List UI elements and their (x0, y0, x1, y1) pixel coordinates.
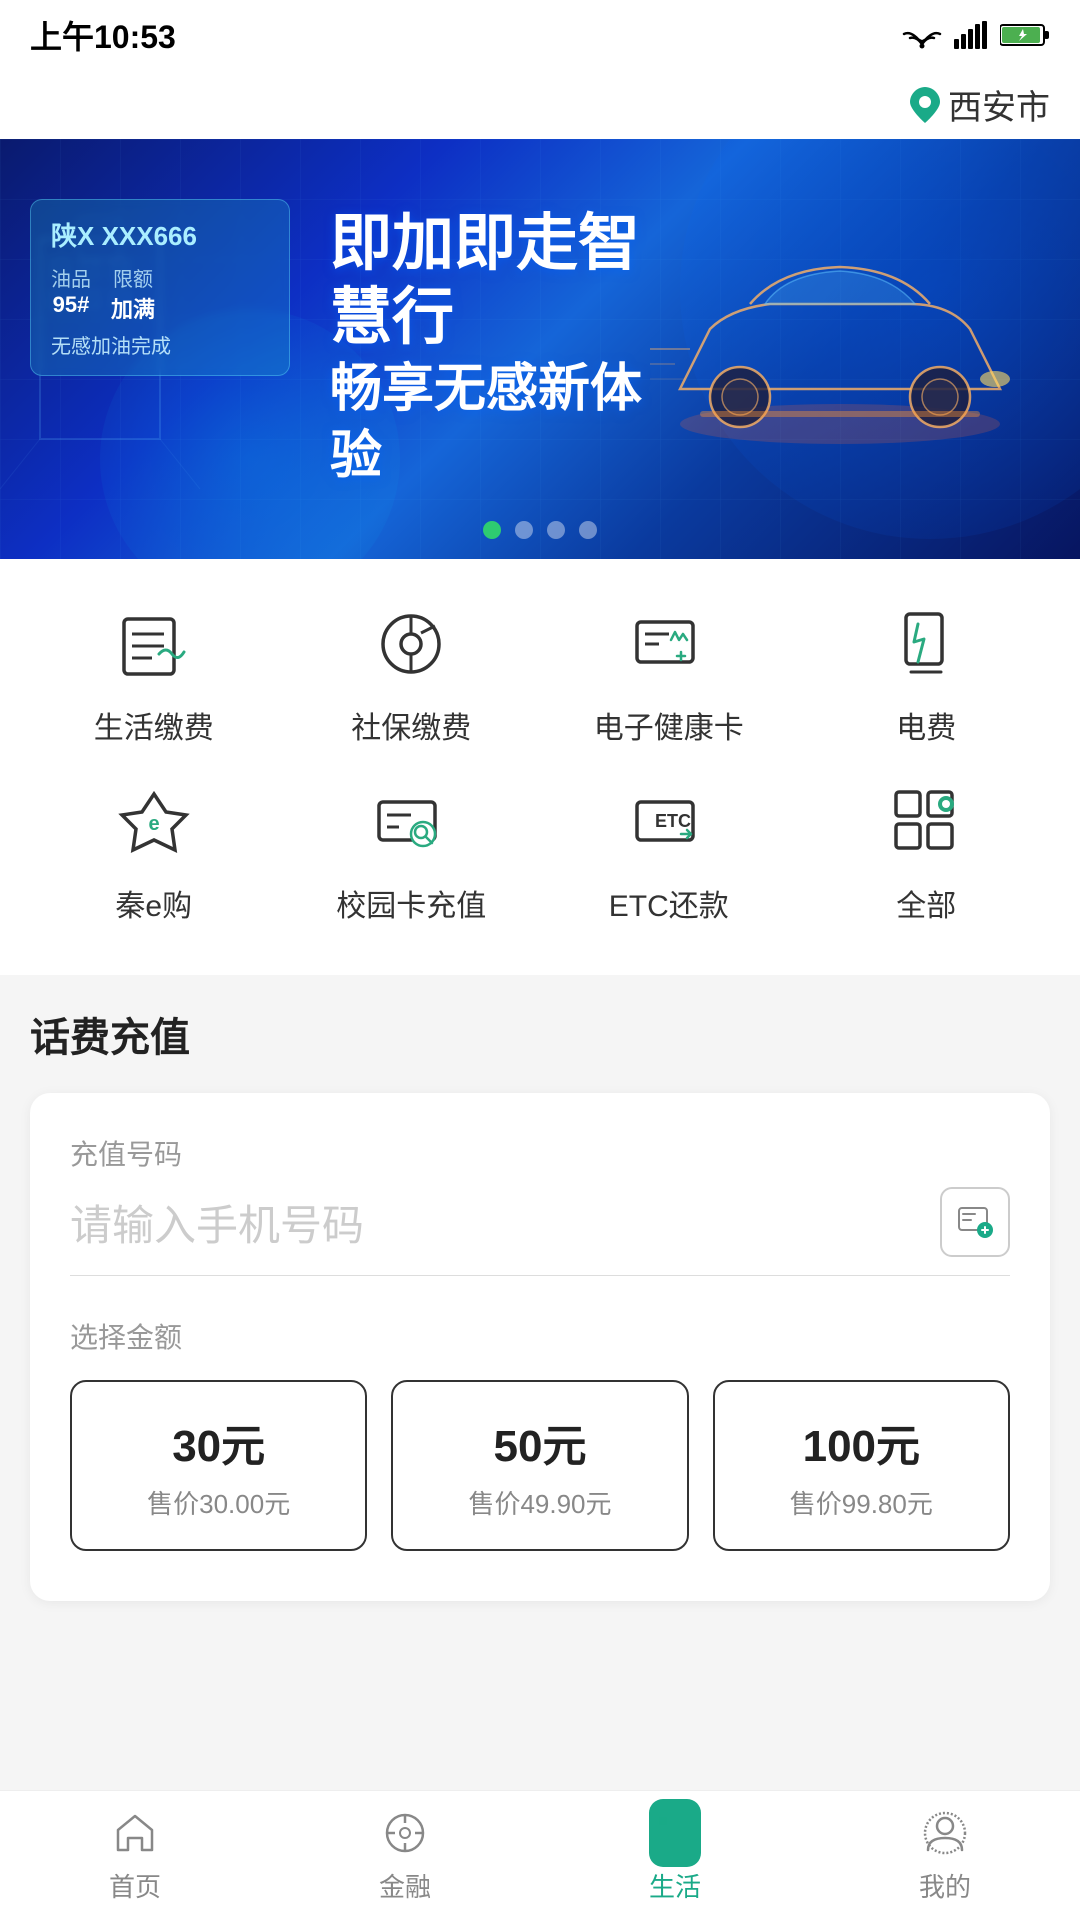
banner: 陕X XXX666 油品 95# 限额 加满 无感加油完成 即加即走智慧行 畅享… (0, 139, 1080, 559)
banner-text-block: 即加即走智慧行 畅享无感新体验 (330, 207, 650, 491)
service-all[interactable]: 全部 (803, 777, 1051, 925)
banner-content: 即加即走智慧行 畅享无感新体验 (0, 139, 1080, 559)
nav-label-life: 生活 (649, 1867, 701, 1904)
service-icon-campus (366, 777, 456, 867)
dot-1 (483, 521, 501, 539)
amount-price-100: 售价99.80元 (790, 1484, 933, 1521)
service-label-shebao: 社保缴费 (351, 703, 471, 747)
service-icon-all (881, 777, 971, 867)
contact-icon-button[interactable] (940, 1187, 1010, 1257)
service-qin-e[interactable]: e 秦e购 (30, 777, 278, 925)
service-label-all: 全部 (896, 881, 956, 925)
service-icon-shebao (366, 599, 456, 689)
service-label-shenghuo: 生活缴费 (94, 703, 214, 747)
nav-icon-mine (919, 1807, 971, 1859)
amount-price-50: 售价49.90元 (468, 1484, 611, 1521)
amount-option-30[interactable]: 30元 售价30.00元 (70, 1380, 367, 1551)
amount-options: 30元 售价30.00元 50元 售价49.90元 100元 售价99.80元 (70, 1380, 1010, 1551)
service-icon-electric (881, 599, 971, 689)
banner-car-area (650, 249, 1030, 449)
recharge-card: 充值号码 请输入手机号码 选择金额 30元 售价30.00元 (30, 1093, 1050, 1601)
bottom-nav: 首页 金融 生活 (0, 1790, 1080, 1920)
banner-title: 即加即走智慧行 (330, 207, 650, 356)
service-icon-qin-e: e (109, 777, 199, 867)
service-electric[interactable]: 电费 (803, 599, 1051, 747)
amount-price-30: 售价30.00元 (147, 1484, 290, 1521)
service-label-campus: 校园卡充值 (336, 881, 486, 925)
car-svg (650, 249, 1030, 449)
service-label-etc: ETC还款 (609, 881, 729, 925)
status-icons (902, 20, 1050, 50)
amount-value-50: 50元 (494, 1410, 587, 1474)
dot-4 (579, 521, 597, 539)
banner-subtitle: 畅享无感新体验 (330, 356, 650, 491)
nav-item-finance[interactable]: 金融 (270, 1807, 540, 1904)
svg-text:e: e (148, 813, 159, 835)
service-label-qine: 秦e购 (115, 881, 192, 925)
service-shebao[interactable]: 社保缴费 (288, 599, 536, 747)
location-icon (910, 87, 940, 123)
amount-option-100[interactable]: 100元 售价99.80元 (713, 1380, 1010, 1551)
nav-icon-home (109, 1807, 161, 1859)
service-label-electric: 电费 (896, 703, 956, 747)
service-label-health: 电子健康卡 (594, 703, 744, 747)
city-name: 西安市 (948, 80, 1050, 129)
services-section: 生活缴费 社保缴费 (0, 559, 1080, 975)
service-campus[interactable]: 校园卡充值 (288, 777, 536, 925)
service-health[interactable]: 电子健康卡 (545, 599, 793, 747)
dot-3 (547, 521, 565, 539)
service-icon-bill (109, 599, 199, 689)
service-icon-etc: ETC (624, 777, 714, 867)
banner-dots (483, 521, 597, 539)
wifi-icon (902, 20, 942, 50)
service-icon-health (624, 599, 714, 689)
services-grid: 生活缴费 社保缴费 (30, 599, 1050, 925)
phone-placeholder[interactable]: 请输入手机号码 (70, 1192, 364, 1253)
svg-text:ETC: ETC (655, 811, 691, 831)
nav-icon-life (649, 1807, 701, 1859)
nav-item-mine[interactable]: 我的 (810, 1807, 1080, 1904)
amount-option-50[interactable]: 50元 售价49.90元 (391, 1380, 688, 1551)
amount-value-30: 30元 (172, 1410, 265, 1474)
amount-value-100: 100元 (803, 1410, 920, 1474)
status-bar: 上午10:53 (0, 0, 1080, 70)
service-etc[interactable]: ETC ETC还款 (545, 777, 793, 925)
dot-2 (515, 521, 533, 539)
phone-input-row: 请输入手机号码 (70, 1187, 1010, 1276)
location-bar: 西安市 (0, 70, 1080, 139)
signal-icon (954, 21, 988, 49)
nav-label-home: 首页 (109, 1867, 161, 1904)
nav-item-life[interactable]: 生活 (540, 1807, 810, 1904)
battery-icon (1000, 22, 1050, 48)
service-shenghuo[interactable]: 生活缴费 (30, 599, 278, 747)
recharge-section: 话费充值 充值号码 请输入手机号码 选择金额 30元 (0, 975, 1080, 1601)
recharge-title: 话费充值 (30, 1005, 1050, 1063)
nav-label-mine: 我的 (919, 1867, 971, 1904)
nav-label-finance: 金融 (379, 1867, 431, 1904)
phone-input-label: 充值号码 (70, 1133, 1010, 1173)
nav-item-home[interactable]: 首页 (0, 1807, 270, 1904)
status-time: 上午10:53 (30, 12, 176, 58)
life-tab-icon-bg (649, 1799, 701, 1867)
nav-icon-finance (379, 1807, 431, 1859)
amount-label: 选择金额 (70, 1316, 1010, 1356)
